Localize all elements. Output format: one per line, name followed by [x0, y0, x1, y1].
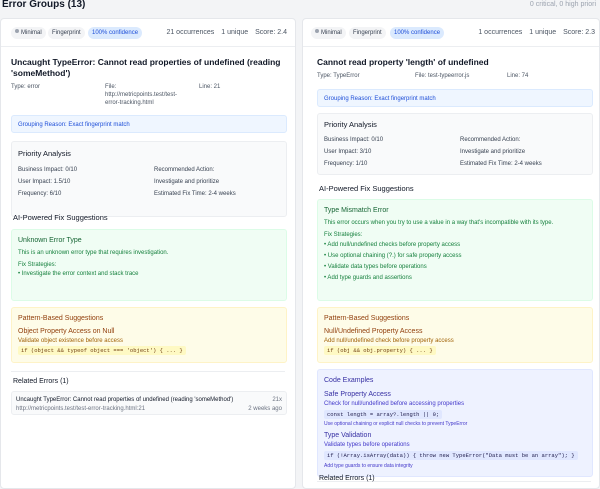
grouping-reason-box: Grouping Reason: Exact fingerprint match [11, 115, 287, 133]
code-examples-box: Code Examples Safe Property Access Check… [317, 369, 593, 477]
recommended-action-label: Recommended Action: [460, 137, 521, 143]
pattern-description: Validate object existence before access [18, 338, 123, 344]
code-examples-heading: Code Examples [324, 377, 374, 384]
pattern-suggestions-box: Pattern-Based Suggestions Object Propert… [11, 307, 287, 363]
priority-analysis: Priority Analysis Business Impact: 0/10 … [11, 141, 287, 217]
unique-count: 1 unique [221, 29, 249, 36]
priority-heading: Priority Analysis [18, 149, 71, 158]
group-stats: 1 occurrences 1 unique Score: 2.3 [473, 29, 595, 36]
score-value: Score: 2.4 [255, 29, 287, 36]
error-title: Uncaught TypeError: Cannot read properti… [11, 57, 281, 78]
estimated-fix-time: Estimated Fix Time: 2-4 weeks [154, 191, 236, 197]
priority-summary: 0 critical, 0 high priori [529, 1, 596, 8]
related-error-message: Uncaught TypeError: Cannot read properti… [16, 397, 234, 403]
pattern-code: if (object && typeof object === 'object'… [18, 346, 186, 355]
method-badge: Fingerprint [349, 27, 386, 39]
card-header: Minimal Fingerprint 100% confidence 21 o… [1, 19, 295, 47]
pattern-title: Null/Undefined Property Access [324, 328, 423, 335]
error-group-card[interactable]: Minimal Fingerprint 100% confidence 1 oc… [302, 18, 600, 489]
ai-suggestion-description: This is an unknown error type that requi… [18, 250, 169, 256]
user-impact: User Impact: 3/10 [324, 149, 372, 155]
pattern-heading: Pattern-Based Suggestions [324, 315, 410, 322]
user-impact: User Impact: 1.5/10 [18, 179, 71, 185]
pattern-description: Add null/undefined check before property… [324, 338, 454, 344]
fix-strategy-item: • Add null/undefined checks before prope… [324, 242, 461, 248]
ai-suggestion-title: Unknown Error Type [18, 237, 82, 244]
example-title: Safe Property Access [324, 391, 391, 398]
example-code: if (!Array.isArray(data)) { throw new Ty… [324, 451, 578, 460]
error-file: File: http://metricpoints.test/test- err… [105, 84, 178, 106]
error-group-card[interactable]: Minimal Fingerprint 100% confidence 21 o… [0, 18, 296, 489]
related-error-time: 2 weeks ago [248, 406, 282, 412]
ai-suggestion-description: This error occurs when you try to use a … [324, 220, 554, 226]
recommended-action-label: Recommended Action: [154, 167, 215, 173]
file-url: http://metricpoints.test/test- [105, 92, 178, 98]
ai-suggestion-title: Type Mismatch Error [324, 207, 389, 214]
score-value: Score: 2.3 [563, 29, 595, 36]
ai-suggestions-heading: AI-Powered Fix Suggestions [13, 213, 108, 222]
severity-badge: Minimal [311, 27, 346, 39]
frequency: Frequency: 1/10 [324, 161, 368, 167]
business-impact: Business Impact: 0/10 [324, 137, 384, 143]
priority-analysis: Priority Analysis Business Impact: 0/10 … [317, 113, 593, 175]
method-badge: Fingerprint [48, 27, 85, 39]
example-description: Check for null/undefined before accessin… [324, 401, 465, 407]
error-line: Line: 74 [507, 73, 529, 79]
example-description: Validate types before operations [324, 442, 410, 448]
example-title: Type Validation [324, 432, 372, 439]
related-error-url[interactable]: http://metricpoints.test/test-error-trac… [16, 405, 145, 413]
page-header: Error Groups (13) 0 critical, 0 high pri… [0, 0, 600, 14]
fix-strategy-item: • Investigate the error context and stac… [18, 271, 139, 277]
error-file: File: test-typeerror.js [415, 73, 470, 79]
example-code: const length = array?.length || 0; [324, 410, 443, 419]
example-note: Use optional chaining or explicit null c… [324, 421, 468, 427]
section-divider [11, 371, 285, 372]
business-impact: Business Impact: 0/10 [18, 167, 78, 173]
error-type: Type: error [11, 84, 41, 90]
ai-suggestions-heading: AI-Powered Fix Suggestions [319, 184, 414, 193]
pattern-heading: Pattern-Based Suggestions [18, 315, 104, 322]
severity-dot-icon [315, 29, 319, 33]
page-title: Error Groups (13) [2, 0, 86, 10]
error-line: Line: 21 [199, 84, 221, 90]
related-errors-heading: Related Errors (1) [13, 378, 69, 385]
fix-strategies-label: Fix Strategies: [324, 232, 363, 238]
pattern-suggestions-box: Pattern-Based Suggestions Null/Undefined… [317, 307, 593, 363]
severity-dot-icon [15, 29, 19, 33]
card-header: Minimal Fingerprint 100% confidence 1 oc… [303, 19, 599, 47]
confidence-badge: 100% confidence [390, 27, 445, 39]
ai-suggestion-box: Type Mismatch Error This error occurs wh… [317, 199, 593, 301]
related-error-count: 21x [272, 397, 282, 403]
estimated-fix-time: Estimated Fix Time: 2-4 weeks [460, 161, 542, 167]
related-error-row[interactable]: Uncaught TypeError: Cannot read properti… [11, 391, 287, 415]
confidence-badge: 100% confidence [88, 27, 143, 39]
occurrences-count: 1 occurrences [478, 29, 523, 36]
fix-strategy-item: • Validate data types before operations [324, 264, 427, 270]
group-stats: 21 occurrences 1 unique Score: 2.4 [161, 29, 287, 36]
related-errors-heading: Related Errors (1) [319, 475, 375, 482]
grouping-reason: Grouping Reason: Exact fingerprint match [18, 122, 130, 128]
frequency: Frequency: 6/10 [18, 191, 62, 197]
grouping-reason-box: Grouping Reason: Exact fingerprint match [317, 89, 593, 107]
severity-badge: Minimal [11, 27, 46, 39]
example-note: Add type guards to ensure data integrity [324, 463, 413, 469]
fix-strategies-label: Fix Strategies: [18, 262, 57, 268]
grouping-reason: Grouping Reason: Exact fingerprint match [324, 96, 436, 102]
unique-count: 1 unique [529, 29, 557, 36]
fix-strategy-item: • Add type guards and assertions [324, 275, 412, 281]
pattern-title: Object Property Access on Null [18, 328, 115, 335]
error-title: Cannot read property 'length' of undefin… [317, 57, 489, 67]
error-type: Type: TypeError [317, 73, 360, 79]
recommended-action: Investigate and prioritize [154, 179, 220, 185]
recommended-action: Investigate and prioritize [460, 149, 526, 155]
pattern-code: if (obj && obj.property) { ... } [324, 346, 436, 355]
priority-heading: Priority Analysis [324, 120, 377, 129]
occurrences-count: 21 occurrences [166, 29, 215, 36]
fix-strategy-item: • Use optional chaining (?.) for safe pr… [324, 253, 462, 259]
ai-suggestion-box: Unknown Error Type This is an unknown er… [11, 229, 287, 301]
